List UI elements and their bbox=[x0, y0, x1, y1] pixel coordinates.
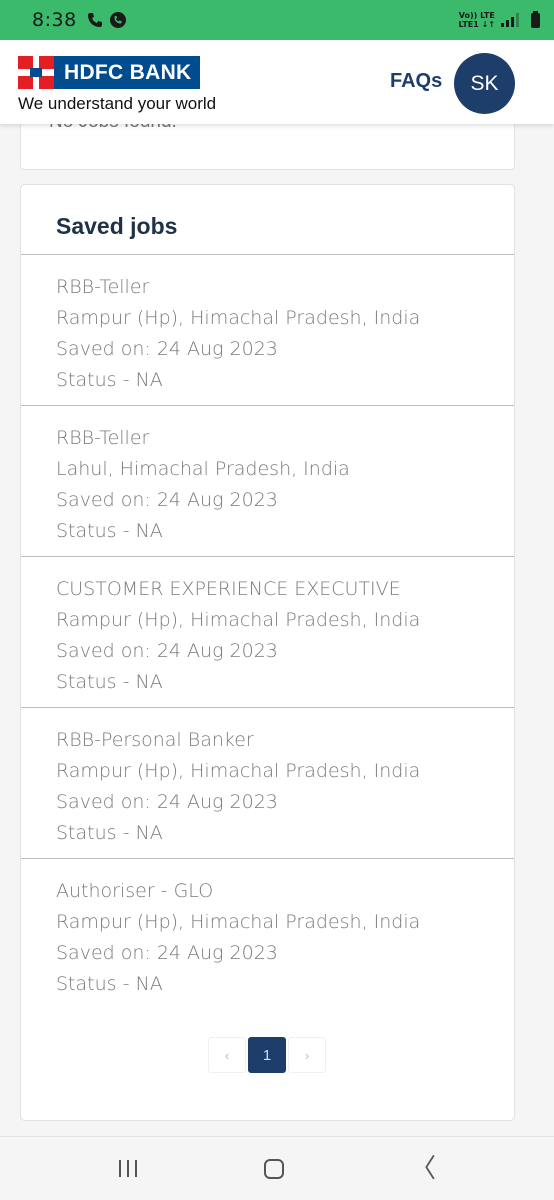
saved-job-item[interactable]: RBB-Teller Lahul, Himachal Pradesh, Indi… bbox=[21, 405, 514, 556]
prev-page-button[interactable]: ‹ bbox=[208, 1037, 246, 1073]
network-top-label: Vo)) LTE bbox=[458, 11, 495, 20]
saved-jobs-card: Saved jobs RBB-Teller Rampur (Hp), Himac… bbox=[20, 184, 515, 1121]
job-location: Rampur (Hp), Himachal Pradesh, India bbox=[56, 760, 421, 782]
saved-jobs-list: RBB-Teller Rampur (Hp), Himachal Pradesh… bbox=[21, 254, 514, 1009]
faqs-link[interactable]: FAQs bbox=[390, 70, 442, 93]
saved-job-item[interactable]: RBB-Teller Rampur (Hp), Himachal Pradesh… bbox=[21, 254, 514, 405]
job-status: Status - NA bbox=[56, 369, 163, 391]
recent-apps-icon[interactable] bbox=[119, 1160, 137, 1177]
hdfc-logo-icon bbox=[18, 56, 54, 89]
job-title: RBB-Teller bbox=[56, 427, 150, 449]
job-status: Status - NA bbox=[56, 973, 163, 995]
network-bottom-label: LTE1 ↓↑ bbox=[458, 20, 495, 29]
hdfc-logo[interactable]: HDFC BANK bbox=[18, 56, 200, 89]
status-time: 8:38 bbox=[32, 9, 77, 31]
saved-job-item[interactable]: RBB-Personal Banker Rampur (Hp), Himacha… bbox=[21, 707, 514, 858]
signal-icon bbox=[501, 13, 519, 27]
phone-icon bbox=[87, 13, 102, 27]
job-title: RBB-Teller bbox=[56, 276, 150, 298]
job-status: Status - NA bbox=[56, 822, 163, 844]
job-title: Authoriser - GLO bbox=[56, 880, 214, 902]
saved-job-item[interactable]: CUSTOMER EXPERIENCE EXECUTIVE Rampur (Hp… bbox=[21, 556, 514, 707]
status-system-icons: Vo)) LTE LTE1 ↓↑ bbox=[459, 10, 540, 29]
pagination: ‹ 1 › bbox=[208, 1037, 326, 1073]
job-saved-date: Saved on: 24 Aug 2023 bbox=[56, 791, 278, 813]
home-icon[interactable] bbox=[264, 1159, 284, 1179]
status-notification-icons bbox=[87, 11, 127, 29]
whatsapp-icon bbox=[109, 12, 126, 28]
saved-jobs-title: Saved jobs bbox=[56, 213, 178, 239]
job-location: Rampur (Hp), Himachal Pradesh, India bbox=[56, 911, 421, 933]
brand-name: HDFC BANK bbox=[54, 56, 200, 89]
system-nav-bar: 〈 bbox=[0, 1136, 554, 1200]
page-1-button[interactable]: 1 bbox=[248, 1037, 286, 1073]
job-title: CUSTOMER EXPERIENCE EXECUTIVE bbox=[56, 578, 401, 600]
user-avatar-button[interactable]: SK bbox=[454, 53, 515, 114]
job-saved-date: Saved on: 24 Aug 2023 bbox=[56, 338, 278, 360]
job-saved-date: Saved on: 24 Aug 2023 bbox=[56, 942, 278, 964]
job-status: Status - NA bbox=[56, 671, 163, 693]
saved-job-item[interactable]: Authoriser - GLO Rampur (Hp), Himachal P… bbox=[21, 858, 514, 1009]
back-icon[interactable]: 〈 bbox=[410, 1156, 436, 1182]
battery-icon bbox=[531, 10, 540, 28]
brand-tagline: We understand your world bbox=[18, 94, 217, 113]
job-location: Rampur (Hp), Himachal Pradesh, India bbox=[56, 609, 421, 631]
job-location: Rampur (Hp), Himachal Pradesh, India bbox=[56, 307, 421, 329]
job-location: Lahul, Himachal Pradesh, India bbox=[56, 458, 350, 480]
job-saved-date: Saved on: 24 Aug 2023 bbox=[56, 489, 278, 511]
job-title: RBB-Personal Banker bbox=[56, 729, 254, 751]
status-bar: 8:38 Vo)) LTE LTE1 ↓↑ bbox=[0, 0, 554, 40]
job-saved-date: Saved on: 24 Aug 2023 bbox=[56, 640, 278, 662]
job-status: Status - NA bbox=[56, 520, 163, 542]
network-type: Vo)) LTE LTE1 ↓↑ bbox=[459, 11, 495, 29]
next-page-button[interactable]: › bbox=[288, 1037, 326, 1073]
